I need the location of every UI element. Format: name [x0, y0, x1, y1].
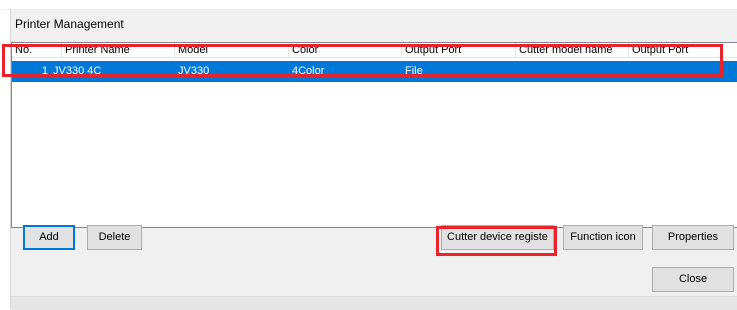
- selected-row-highlight-annotation: [2, 44, 723, 77]
- close-button[interactable]: Close: [652, 267, 734, 292]
- dialog-title: Printer Management: [15, 17, 124, 31]
- delete-button[interactable]: Delete: [87, 225, 142, 250]
- properties-button[interactable]: Properties: [652, 225, 734, 250]
- cutter-button-highlight-annotation: [436, 226, 557, 256]
- function-icon-button[interactable]: Function icon: [563, 225, 643, 250]
- dialog-bottom-strip: [11, 296, 737, 310]
- add-button[interactable]: Add: [23, 225, 75, 250]
